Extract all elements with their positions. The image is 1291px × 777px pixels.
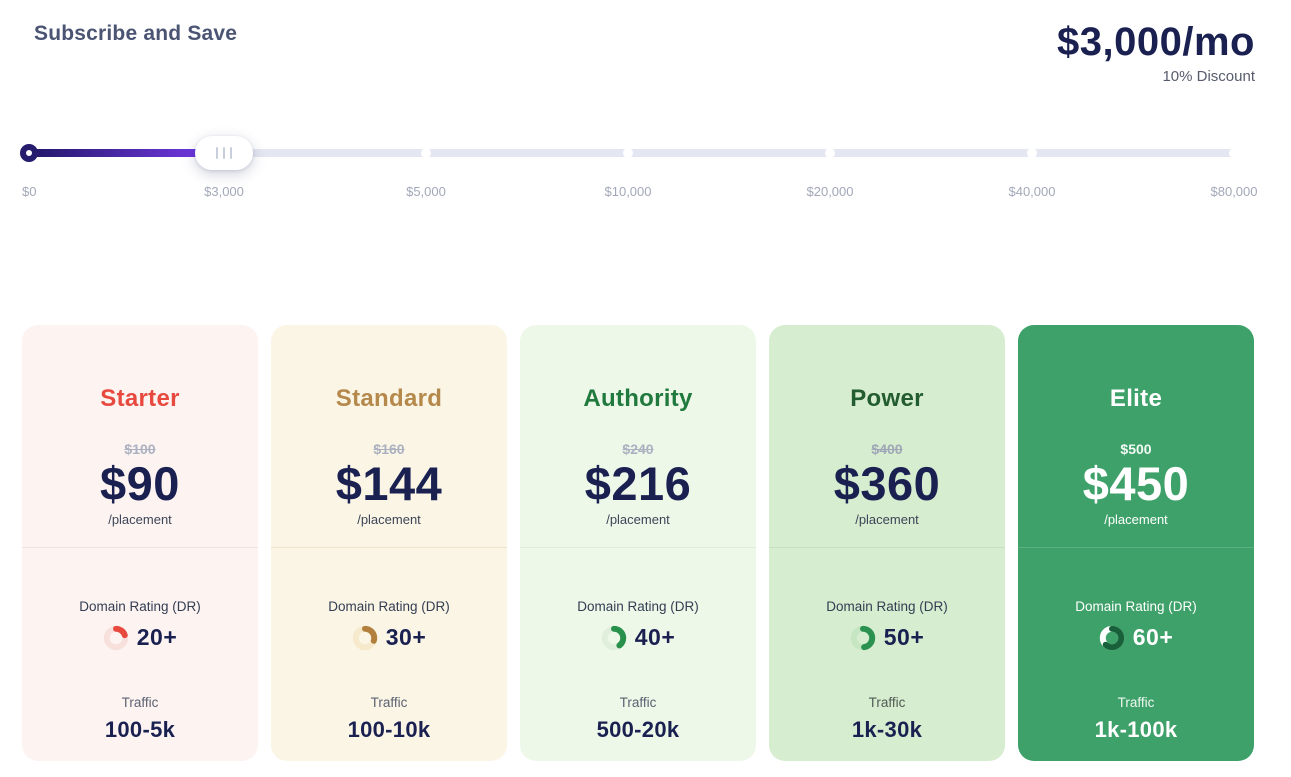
dr-label: Domain Rating (DR) (520, 599, 756, 614)
slider-handle[interactable] (195, 136, 253, 170)
dr-value: 20+ (137, 624, 178, 651)
dr-label: Domain Rating (DR) (1018, 599, 1254, 614)
discount-note: 10% Discount (1057, 68, 1255, 85)
dr-value: 40+ (635, 624, 676, 651)
dr-value: 30+ (386, 624, 427, 651)
pricing-card-starter[interactable]: Starter $100 $90 /placement Domain Ratin… (22, 325, 258, 761)
plan-name: Authority (520, 385, 756, 413)
header-summary: $3,000/mo 10% Discount (1057, 20, 1255, 85)
plan-name: Power (769, 385, 1005, 413)
price-unit: /placement (520, 512, 756, 527)
pricing-cards: Starter $100 $90 /placement Domain Ratin… (22, 325, 1254, 761)
slider-tick-dot (421, 148, 431, 158)
handle-grip-icon (216, 147, 218, 159)
slider-tick-labels: $0 $3,000 $5,000 $10,000 $20,000 $40,000… (22, 184, 1234, 202)
original-price: $160 (271, 441, 507, 457)
dr-value: 50+ (884, 624, 925, 651)
slider-fill (22, 149, 224, 157)
tick-label: $5,000 (406, 184, 446, 199)
traffic-label: Traffic (22, 695, 258, 710)
dr-value: 60+ (1133, 624, 1174, 651)
plan-name: Elite (1018, 385, 1254, 413)
handle-grip-icon (223, 147, 225, 159)
traffic-value: 1k-100k (1018, 717, 1254, 743)
price-unit: /placement (769, 512, 1005, 527)
original-price: $500 (1018, 441, 1254, 457)
card-price-section: Starter $100 $90 /placement (22, 325, 258, 547)
discounted-price: $144 (271, 459, 507, 508)
tick-label: $3,000 (204, 184, 244, 199)
tick-label: $40,000 (1008, 184, 1055, 199)
price-unit: /placement (22, 512, 258, 527)
pricing-card-standard[interactable]: Standard $160 $144 /placement Domain Rat… (271, 325, 507, 761)
card-stats-section: Domain Rating (DR) 30+ Traffic 100-10k (271, 548, 507, 743)
tick-label: $0 (22, 184, 36, 199)
traffic-label: Traffic (520, 695, 756, 710)
discounted-price: $360 (769, 459, 1005, 508)
slider-track[interactable] (22, 138, 1234, 168)
slider-tick-dot (1027, 148, 1037, 158)
discounted-price: $90 (22, 459, 258, 508)
traffic-label: Traffic (1018, 695, 1254, 710)
plan-name: Starter (22, 385, 258, 413)
dr-label: Domain Rating (DR) (22, 599, 258, 614)
budget-slider[interactable]: $0 $3,000 $5,000 $10,000 $20,000 $40,000… (22, 138, 1234, 202)
card-stats-section: Domain Rating (DR) 50+ Traffic 1k-30k (769, 548, 1005, 743)
discounted-price: $450 (1018, 459, 1254, 508)
card-stats-section: Domain Rating (DR) 40+ Traffic 500-20k (520, 548, 756, 743)
dr-label: Domain Rating (DR) (271, 599, 507, 614)
tick-label: $80,000 (1211, 184, 1258, 199)
pricing-card-elite[interactable]: Elite $500 $450 /placement Domain Rating… (1018, 325, 1254, 761)
traffic-label: Traffic (769, 695, 1005, 710)
original-price: $400 (769, 441, 1005, 457)
handle-grip-icon (230, 147, 232, 159)
traffic-value: 100-10k (271, 717, 507, 743)
plan-name: Standard (271, 385, 507, 413)
header: Subscribe and Save $3,000/mo 10% Discoun… (34, 20, 1255, 85)
dr-donut-icon (601, 625, 627, 651)
card-stats-section: Domain Rating (DR) 20+ Traffic 100-5k (22, 548, 258, 743)
pricing-card-power[interactable]: Power $400 $360 /placement Domain Rating… (769, 325, 1005, 761)
discounted-price: $216 (520, 459, 756, 508)
slider-tick-dot (623, 148, 633, 158)
dr-donut-icon (1099, 625, 1125, 651)
card-price-section: Power $400 $360 /placement (769, 325, 1005, 547)
tick-label: $10,000 (605, 184, 652, 199)
card-price-section: Elite $500 $450 /placement (1018, 325, 1254, 547)
traffic-value: 1k-30k (769, 717, 1005, 743)
tick-label: $20,000 (807, 184, 854, 199)
pricing-card-authority[interactable]: Authority $240 $216 /placement Domain Ra… (520, 325, 756, 761)
original-price: $240 (520, 441, 756, 457)
card-stats-section: Domain Rating (DR) 60+ Traffic 1k-100k (1018, 548, 1254, 743)
card-price-section: Authority $240 $216 /placement (520, 325, 756, 547)
dr-donut-icon (850, 625, 876, 651)
monthly-total: $3,000/mo (1057, 20, 1255, 64)
slider-start-dot (20, 144, 38, 162)
page-title: Subscribe and Save (34, 20, 237, 46)
original-price: $100 (22, 441, 258, 457)
traffic-label: Traffic (271, 695, 507, 710)
subscription-pricing-panel: Subscribe and Save $3,000/mo 10% Discoun… (0, 0, 1291, 85)
traffic-value: 100-5k (22, 717, 258, 743)
dr-donut-icon (352, 625, 378, 651)
dr-donut-icon (103, 625, 129, 651)
dr-label: Domain Rating (DR) (769, 599, 1005, 614)
slider-tick-dot (825, 148, 835, 158)
price-unit: /placement (1018, 512, 1254, 527)
card-price-section: Standard $160 $144 /placement (271, 325, 507, 547)
slider-tick-dot (1229, 148, 1239, 158)
traffic-value: 500-20k (520, 717, 756, 743)
price-unit: /placement (271, 512, 507, 527)
